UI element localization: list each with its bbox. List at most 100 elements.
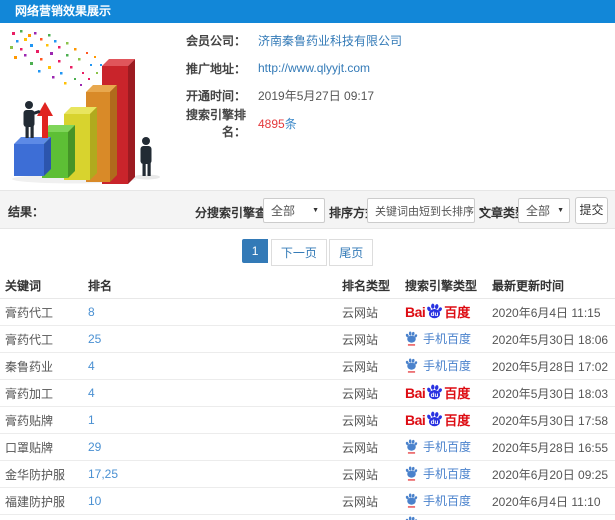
article-type-value: 全部 [526,204,551,218]
baidu-logo: Bai du 百度 [405,411,470,430]
rank-type-cell: 云网站 [342,467,379,482]
keyword-cell: 金华防护服 [5,467,66,482]
submit-button[interactable]: 提交 [575,197,608,224]
engine-cell: 手机百度 [405,438,492,457]
table-header-row: 关键词 排名 排名类型 搜索引擎类型 最新更新时间 [0,272,615,299]
engine-cell: 手机百度 [405,357,492,376]
company-label: 会员公司： [185,34,246,49]
chevron-down-icon: ▼ [312,207,319,214]
rank-link[interactable]: 4 [88,386,342,400]
updated-cell: 2020年6月20日 09:25 [492,467,609,482]
engine-cell: 手机百度 [405,492,492,511]
table-row: 膏药代工 8 云网站 Bai du 百度 2020年6月4日 11:15 [0,299,615,326]
engine-filter-select[interactable]: 全部 ▼ [263,198,325,223]
engine-cell: Bai du 百度 [405,303,492,322]
results-table-body: 膏药代工 8 云网站 Bai du 百度 2020年6月4日 11:15 膏药代工 25 云网… [0,299,615,515]
baidu-logo: Bai du 百度 [405,384,470,403]
rank-type-cell: 云网站 [342,359,379,374]
chevron-down-icon: ▼ [557,207,564,214]
updated-cell: 2020年5月28日 17:02 [492,359,609,374]
baidu-cn-text: 百度 [444,412,471,428]
info-row-rank-count: 搜索引擎排名： 4895条 [168,108,468,139]
keyword-cell: 秦鲁药业 [5,359,54,374]
rank-link[interactable]: 29 [88,440,342,454]
mobile-baidu-badge: 手机百度 [405,465,471,482]
baidu-bai-text: Bai [405,412,426,428]
partial-next-row [0,516,615,520]
rank-link[interactable]: 8 [88,305,342,319]
svg-text:du: du [431,418,439,425]
baidu-logo: Bai du 百度 [405,303,470,322]
promo-url-link[interactable]: http://www.qlyyjt.com [258,61,370,75]
results-table: 关键词 排名 排名类型 搜索引擎类型 最新更新时间 膏药代工 8 云网站 Bai du… [0,272,615,515]
mobile-baidu-badge: 手机百度 [405,330,471,347]
baidu-cn-text: 百度 [444,385,471,401]
growth-chart-illustration [2,26,168,184]
article-type-select[interactable]: 全部 ▼ [518,198,570,223]
table-row: 金华防护服 17,25 云网站 手机百度 2020年6月20日 09:25 [0,461,615,488]
info-row-url: 推广地址： http://www.qlyyjt.com [168,55,468,83]
result-label: 结果： [8,205,45,219]
updated-cell: 2020年6月4日 11:15 [492,305,601,320]
keyword-cell: 口罩贴牌 [5,440,54,455]
info-row-company: 会员公司： 济南秦鲁药业科技有限公司 [168,27,468,55]
page-button-current[interactable]: 1 [241,239,269,263]
rank-count-value: 4895条 [258,115,297,132]
rank-type-cell: 云网站 [342,386,379,401]
mobile-baidu-label: 手机百度 [423,493,472,508]
updated-cell: 2020年5月28日 16:55 [492,440,609,455]
businessman-left-figure [23,101,41,138]
businessman-right-figure [140,137,152,176]
keyword-cell: 膏药代工 [5,332,54,347]
baidu-cn-text: 百度 [444,304,471,320]
updated-cell: 2020年5月30日 17:58 [492,413,609,428]
updated-cell: 2020年5月30日 18:03 [492,386,609,401]
rank-count-number: 4895 [258,116,285,131]
keyword-cell: 福建防护服 [5,494,66,509]
table-row: 膏药加工 4 云网站 Bai du 百度 2020年5月30日 18:03 [0,380,615,407]
rank-count-unit: 条 [284,116,297,131]
next-page-button[interactable]: 下一页 [270,239,327,266]
mobile-baidu-badge: 手机百度 [405,357,471,374]
engine-cell: Bai du 百度 [405,384,492,403]
mobile-baidu-label: 手机百度 [423,358,472,373]
member-info-panel: 会员公司： 济南秦鲁药业科技有限公司 推广地址： http://www.qlyy… [168,27,468,139]
mobile-baidu-icon [405,516,418,520]
table-row: 秦鲁药业 4 云网站 手机百度 2020年5月28日 17:02 [0,353,615,380]
rank-type-cell: 云网站 [342,494,379,509]
mobile-baidu-label: 手机百度 [423,439,472,454]
rank-link[interactable]: 25 [88,332,342,346]
rank-link[interactable]: 1 [88,413,342,427]
mobile-baidu-label: 手机百度 [423,466,472,481]
rank-link[interactable]: 10 [88,494,342,508]
pagination: 1 下一页 尾页 [0,239,615,266]
rank-type-cell: 云网站 [342,332,379,347]
svg-text:du: du [431,391,439,398]
keyword-cell: 膏药加工 [5,386,54,401]
keyword-cell: 膏药代工 [5,305,54,320]
engine-filter-value: 全部 [271,204,296,218]
member-company-link[interactable]: 济南秦鲁药业科技有限公司 [258,32,402,49]
baidu-bai-text: Bai [405,304,426,320]
col-header-engine-type: 搜索引擎类型 [405,278,478,293]
updated-cell: 2020年5月30日 18:06 [492,332,609,347]
engine-cell: Bai du 百度 [405,411,492,430]
engine-cell: 手机百度 [405,330,492,349]
mobile-baidu-label: 手机百度 [423,331,472,346]
page-title: 网络营销效果展示 [0,0,615,23]
rank-link[interactable]: 4 [88,359,342,373]
rank-type-cell: 云网站 [342,305,379,320]
confetti-decoration [10,30,102,86]
rank-link[interactable]: 17,25 [88,467,342,481]
rank-type-cell: 云网站 [342,440,379,455]
mobile-baidu-badge: 手机百度 [405,438,471,455]
col-header-keyword: 关键词 [5,278,42,293]
sort-select[interactable]: 关键词由短到长排序 ▼ [367,198,485,223]
table-row: 福建防护服 10 云网站 手机百度 2020年6月4日 11:10 [0,488,615,515]
col-header-rank: 排名 [88,278,113,293]
rank-type-cell: 云网站 [342,413,379,428]
last-page-button[interactable]: 尾页 [329,239,374,266]
updated-cell: 2020年6月4日 11:10 [492,494,601,509]
baidu-bai-text: Bai [405,385,426,401]
promo-url-label: 推广地址： [185,61,246,76]
